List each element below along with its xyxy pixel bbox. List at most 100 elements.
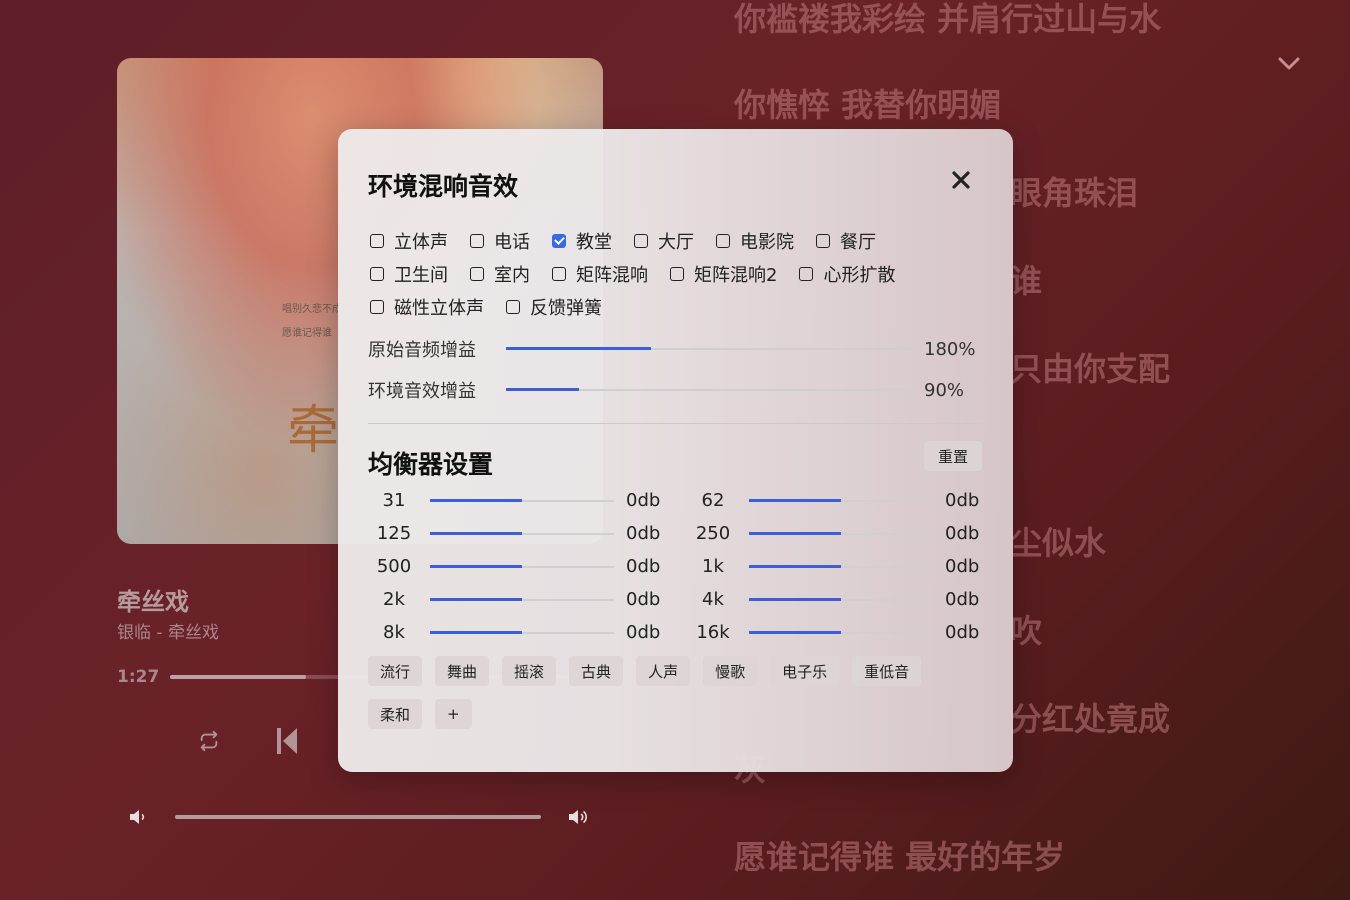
effect-option[interactable]: 餐厅: [816, 229, 876, 253]
effect-option[interactable]: 电话: [470, 229, 530, 253]
effect-checkbox[interactable]: [370, 233, 384, 248]
equalizer-band: 500 0db: [368, 556, 687, 577]
preset-button[interactable]: 电子乐: [770, 656, 840, 686]
equalizer-row: 31 0db 62 0db: [368, 484, 982, 517]
equalizer-slider-fill: [749, 630, 841, 634]
lyric-line[interactable]: 只由你支配: [1010, 344, 1170, 390]
effect-options: 立体声 电话 教堂 大厅 电影院 餐厅卫生间 室内 矩阵混响 矩阵混响2 心形扩散磁性立体声 反馈弹…: [370, 229, 990, 319]
equalizer-slider-fill: [749, 498, 841, 502]
volume-low-icon[interactable]: [128, 807, 148, 827]
effect-option[interactable]: 室内: [470, 262, 530, 286]
dialog-title: 环境混响音效: [368, 172, 519, 201]
equalizer-band: 4k 0db: [687, 589, 982, 610]
preset-button[interactable]: 摇滚: [502, 656, 557, 686]
equalizer-frequency: 16k: [696, 622, 730, 643]
effect-option[interactable]: 卫生间: [370, 262, 448, 286]
equalizer-value: 0db: [626, 490, 661, 511]
effect-option[interactable]: 心形扩散: [799, 262, 896, 286]
volume-slider[interactable]: [175, 815, 541, 819]
effect-gain-row: 环境音效增益 90%: [368, 377, 983, 403]
equalizer-frequency: 125: [376, 523, 412, 544]
equalizer-slider[interactable]: [749, 630, 933, 634]
effect-option[interactable]: 立体声: [370, 229, 448, 253]
equalizer-row: 2k 0db 4k 0db: [368, 583, 982, 616]
effect-label: 大厅: [658, 231, 694, 253]
preset-button[interactable]: 古典: [569, 656, 624, 686]
preset-button[interactable]: 柔和: [368, 699, 423, 729]
effect-label: 矩阵混响: [576, 264, 648, 286]
chevron-down-icon[interactable]: [1276, 52, 1302, 74]
effect-checkbox[interactable]: [816, 233, 830, 248]
close-button[interactable]: [948, 167, 974, 193]
playback-progress-fill: [170, 675, 307, 679]
lyric-line[interactable]: 尘似水: [1010, 518, 1106, 564]
preset-button[interactable]: 舞曲: [435, 656, 490, 686]
equalizer-slider[interactable]: [430, 564, 614, 568]
equalizer-slider[interactable]: [749, 597, 933, 601]
effect-gain-label: 环境音效增益: [368, 381, 476, 402]
lyric-line[interactable]: 你憔悴 我替你明媚: [734, 80, 1001, 126]
effect-option[interactable]: 教堂: [552, 229, 612, 253]
effect-checkbox[interactable]: [552, 266, 566, 281]
lyric-line[interactable]: 谁: [1010, 256, 1042, 302]
effect-option[interactable]: 磁性立体声: [370, 295, 484, 319]
reset-button[interactable]: 重置: [924, 441, 982, 471]
repeat-icon[interactable]: [198, 730, 220, 752]
original-gain-slider[interactable]: [506, 347, 910, 350]
preset-button[interactable]: 重低音: [852, 656, 922, 686]
equalizer-slider-fill: [430, 531, 522, 535]
effect-checkbox[interactable]: [670, 266, 684, 281]
effect-checkbox[interactable]: [552, 233, 566, 248]
volume-high-icon[interactable]: [567, 807, 589, 827]
equalizer-slider[interactable]: [430, 498, 614, 502]
effect-checkbox[interactable]: [470, 233, 484, 248]
preset-button[interactable]: 慢歌: [703, 656, 758, 686]
equalizer-slider-fill: [430, 564, 522, 568]
equalizer-slider-fill: [430, 630, 522, 634]
effect-checkbox[interactable]: [506, 299, 520, 314]
equalizer-slider[interactable]: [749, 531, 933, 535]
effect-checkbox[interactable]: [634, 233, 648, 248]
equalizer-frequency: 1k: [702, 556, 724, 577]
equalizer-band: 125 0db: [368, 523, 687, 544]
add-preset-button[interactable]: +: [435, 699, 472, 729]
equalizer-band: 31 0db: [368, 490, 687, 511]
equalizer-band: 2k 0db: [368, 589, 687, 610]
original-gain-value: 180%: [924, 338, 976, 360]
equalizer-slider-fill: [749, 531, 841, 535]
equalizer-value: 0db: [945, 622, 980, 643]
equalizer-slider[interactable]: [749, 564, 933, 568]
preset-button[interactable]: 人声: [636, 656, 691, 686]
effect-checkbox[interactable]: [716, 233, 730, 248]
effect-checkbox[interactable]: [470, 266, 484, 281]
lyric-line[interactable]: 眼角珠泪: [1010, 168, 1138, 214]
equalizer-band: 8k 0db: [368, 622, 687, 643]
lyric-line[interactable]: 你褴褛我彩绘 并肩行过山与水: [734, 0, 1161, 40]
equalizer-frequency: 62: [701, 490, 725, 511]
equalizer-band: 16k 0db: [687, 622, 982, 643]
equalizer-slider[interactable]: [430, 531, 614, 535]
equalizer-frequency: 500: [376, 556, 412, 577]
lyric-line[interactable]: 分红处竟成: [1010, 694, 1170, 740]
equalizer-slider[interactable]: [430, 630, 614, 634]
equalizer-slider[interactable]: [749, 498, 933, 502]
lyric-line[interactable]: 愿谁记得谁 最好的年岁: [734, 832, 1065, 878]
effect-checkbox[interactable]: [799, 266, 814, 281]
effect-option[interactable]: 反馈弹簧: [506, 295, 602, 319]
effect-option[interactable]: 矩阵混响2: [670, 262, 777, 286]
effect-checkbox[interactable]: [370, 266, 384, 281]
equalizer-slider-fill: [430, 597, 522, 601]
effect-label: 磁性立体声: [394, 297, 484, 319]
preset-button[interactable]: 流行: [368, 656, 423, 686]
lyric-line[interactable]: 吹: [1010, 606, 1042, 652]
effect-label: 反馈弹簧: [530, 297, 602, 319]
effect-gain-slider[interactable]: [506, 388, 910, 391]
effect-checkbox[interactable]: [370, 299, 384, 314]
previous-icon[interactable]: [276, 727, 298, 755]
effect-label: 心形扩散: [823, 264, 896, 286]
effect-option[interactable]: 矩阵混响: [552, 262, 648, 286]
equalizer-presets: 流行 舞曲 摇滚 古典 人声 慢歌 电子乐 重低音柔和 +: [368, 656, 968, 729]
effect-option[interactable]: 大厅: [634, 229, 694, 253]
equalizer-slider[interactable]: [430, 597, 614, 601]
effect-option[interactable]: 电影院: [716, 229, 794, 253]
